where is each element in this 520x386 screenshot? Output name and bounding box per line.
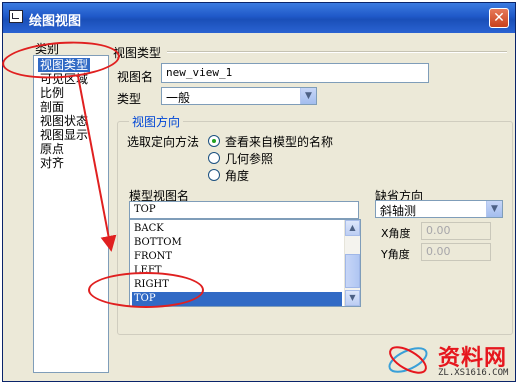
arrow-line [77, 75, 117, 252]
annotation-arrow [77, 75, 117, 252]
watermark-url: ZL.XS1616.COM [438, 368, 509, 378]
watermark-logo-icon [388, 346, 428, 374]
